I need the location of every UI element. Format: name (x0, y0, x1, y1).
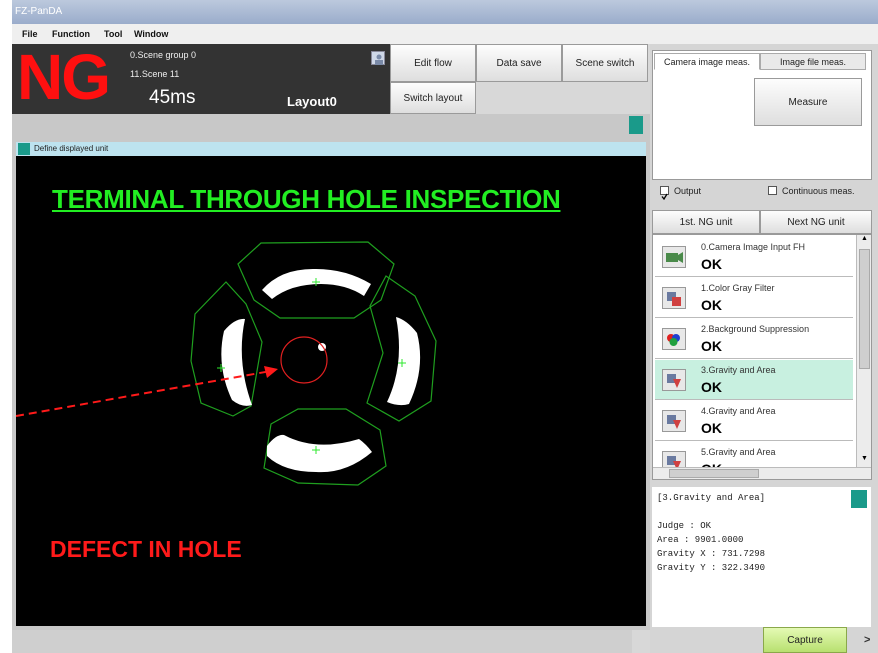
unit-list: 0.Camera Image Input FH OK 1.Color Gray … (652, 234, 872, 480)
gravity-area-icon (662, 410, 686, 432)
capture-button[interactable]: Capture (763, 627, 847, 653)
unit-judge: OK (701, 379, 722, 395)
display-unit-marker (18, 143, 30, 155)
next-ng-unit-button[interactable]: Next NG unit (760, 210, 872, 234)
output-checkbox[interactable] (660, 186, 669, 201)
gravity-area-icon (662, 369, 686, 391)
unit-list-item[interactable]: 1.Color Gray Filter OK (655, 278, 853, 318)
defect-circle (280, 336, 328, 384)
app-window: FZ-PanDA File Function Tool Window NG 0.… (12, 0, 878, 653)
unit-list-item-selected[interactable]: 3.Gravity and Area OK (655, 360, 853, 400)
continuous-meas-label: Continuous meas. (782, 186, 855, 196)
continuous-meas-checkbox[interactable] (768, 186, 777, 195)
judge-result: NG (17, 41, 111, 113)
menu-tool[interactable]: Tool (104, 29, 122, 39)
menu-file[interactable]: File (22, 29, 38, 39)
unit-detail-panel: [3.Gravity and Area] Judge : OK Area : 9… (652, 487, 871, 627)
scene-label: 11.Scene 11 (130, 69, 180, 79)
inspection-image[interactable]: TERMINAL THROUGH HOLE INSPECTION DEFECT … (16, 156, 646, 626)
detail-gravity-y: Gravity Y : 322.3490 (657, 563, 766, 573)
right-panel: Camera image meas. Image file meas. Meas… (650, 44, 878, 653)
detail-title: [3.Gravity and Area] (657, 493, 766, 503)
scroll-up-icon[interactable]: ▲ (857, 235, 871, 247)
unit-list-scroll-thumb[interactable] (859, 249, 870, 369)
unit-list-item[interactable]: 4.Gravity and Area OK (655, 401, 853, 441)
filter-icon (662, 287, 686, 309)
processing-time: 45ms (149, 87, 196, 108)
unit-judge: OK (701, 297, 722, 313)
blob-right (387, 317, 421, 406)
display-unit-header[interactable]: Define displayed unit (16, 142, 646, 156)
blob-bottom (267, 434, 372, 473)
horizontal-scroll-thumb[interactable] (669, 469, 759, 478)
image-display-area: Define displayed unit TERMINAL THROUGH H… (12, 114, 650, 630)
scene-group-label: 0.Scene group 0 (130, 50, 197, 60)
title-bar: FZ-PanDA (12, 0, 878, 24)
detail-area: Area : 9901.0000 (657, 535, 744, 545)
output-label: Output (674, 186, 702, 196)
scroll-down-icon[interactable]: ▼ (857, 455, 871, 467)
unit-name: 4.Gravity and Area (701, 406, 776, 416)
unit-judge: OK (701, 256, 722, 272)
expand-arrow-icon[interactable]: > (864, 634, 870, 646)
menu-function[interactable]: Function (52, 29, 90, 39)
menu-window[interactable]: Window (134, 29, 168, 39)
defect-arrow-head (264, 366, 278, 378)
detail-corner-marker (851, 490, 867, 508)
tab-camera-image-meas[interactable]: Camera image meas. (654, 53, 760, 70)
data-save-button[interactable]: Data save (476, 44, 562, 82)
detail-gravity-x: Gravity X : 731.7298 (657, 549, 766, 559)
menu-bar: File Function Tool Window (12, 24, 878, 44)
tab-image-file-meas[interactable]: Image file meas. (760, 53, 866, 70)
unit-list-item[interactable]: 0.Camera Image Input FH OK (655, 237, 853, 277)
unit-judge: OK (701, 338, 722, 354)
user-icon[interactable] (371, 51, 385, 65)
unit-name: 5.Gravity and Area (701, 447, 776, 457)
bottom-bar (12, 630, 632, 653)
detail-judge: Judge : OK (657, 521, 712, 531)
unit-list-vertical-scrollbar[interactable]: ▲ ▼ (856, 235, 871, 467)
background-suppression-icon (662, 328, 686, 350)
unit-name: 0.Camera Image Input FH (701, 242, 806, 252)
status-panel: NG 0.Scene group 0 11.Scene 11 45ms Layo… (12, 41, 390, 114)
camera-icon (662, 246, 686, 268)
layout-label: Layout0 (287, 94, 337, 109)
unit-name: 2.Background Suppression (701, 324, 810, 334)
unit-judge: OK (701, 420, 722, 436)
defect-label: DEFECT IN HOLE (50, 536, 242, 562)
unit-list-item[interactable]: 2.Background Suppression OK (655, 319, 853, 359)
display-unit-title: Define displayed unit (34, 144, 109, 153)
display-corner-marker (629, 116, 643, 134)
blob-left (221, 318, 252, 406)
switch-layout-button[interactable]: Switch layout (390, 82, 476, 114)
unit-name: 3.Gravity and Area (701, 365, 776, 375)
first-ng-unit-button[interactable]: 1st. NG unit (652, 210, 760, 234)
unit-list-horizontal-scrollbar[interactable] (653, 467, 871, 479)
edit-flow-button[interactable]: Edit flow (390, 44, 476, 82)
measure-button[interactable]: Measure (754, 78, 862, 126)
scene-switch-button[interactable]: Scene switch (562, 44, 648, 82)
app-title: FZ-PanDA (15, 6, 63, 17)
unit-name: 1.Color Gray Filter (701, 283, 775, 293)
